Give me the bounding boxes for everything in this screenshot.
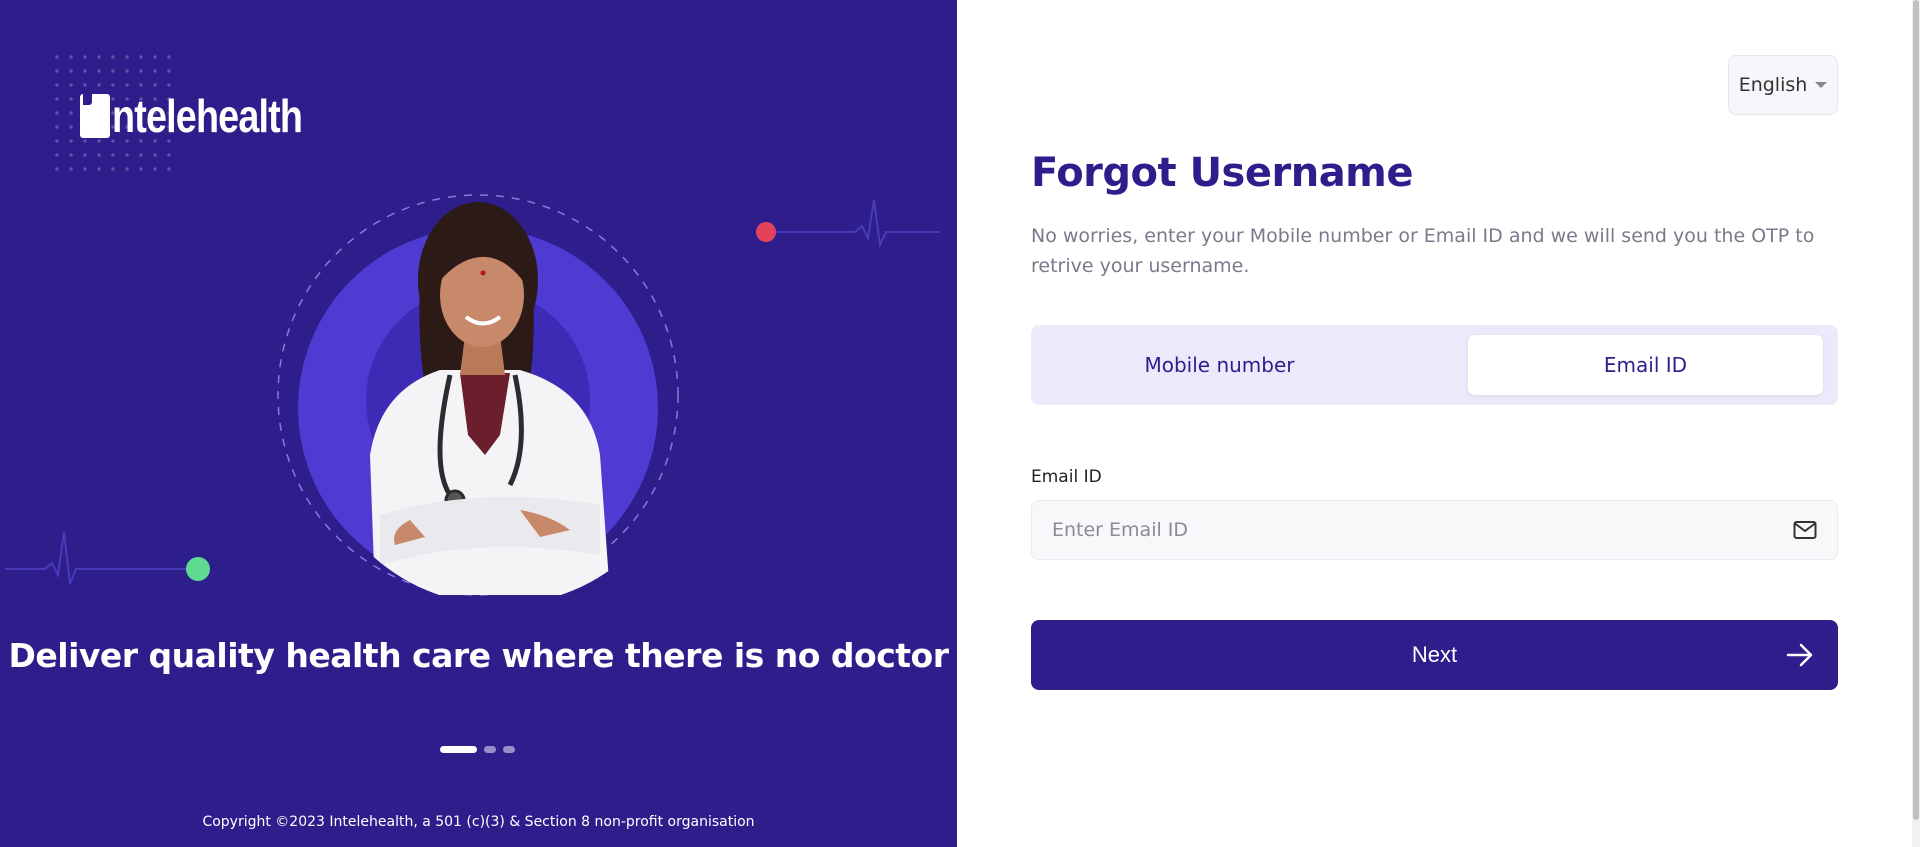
language-selected: English [1738,74,1808,96]
scrollbar-thumb[interactable] [1913,0,1919,820]
email-input[interactable] [1032,501,1837,559]
tagline: Deliver quality health care where there … [8,636,950,675]
email-field-label: Email ID [1031,467,1102,487]
tab-email-id[interactable]: Email ID [1468,335,1823,395]
language-selector[interactable]: English [1728,55,1838,115]
chevron-down-icon [1815,82,1828,88]
copyright-text: Copyright ©2023 Intelehealth, a 501 (c)(… [202,814,755,830]
contact-method-tabs: Mobile number Email ID [1031,325,1838,405]
brand-panel: ntelehealth Deliver quality health care … [0,0,957,847]
email-field-wrapper [1031,500,1838,560]
arrow-right-icon [1786,643,1813,667]
page-scrollbar[interactable] [1912,0,1920,847]
page-title: Forgot Username [1031,150,1414,196]
carousel-dot-2[interactable] [484,746,496,753]
tab-mobile-number[interactable]: Mobile number [1042,335,1397,395]
red-dot [756,222,776,242]
green-dot [186,557,210,581]
form-panel [957,0,1920,847]
next-button-label: Next [1411,642,1458,667]
carousel-dot-1[interactable] [440,746,477,753]
heartbeat-line-bottom [5,531,198,585]
carousel-indicators [440,746,515,753]
carousel-dot-3[interactable] [503,746,515,753]
doctor-image [370,202,610,595]
page-subtitle: No worries, enter your Mobile number or … [1031,225,1815,277]
next-button[interactable]: Next [1031,620,1838,690]
heartbeat-line-top [766,199,940,249]
mail-icon [1793,521,1817,539]
